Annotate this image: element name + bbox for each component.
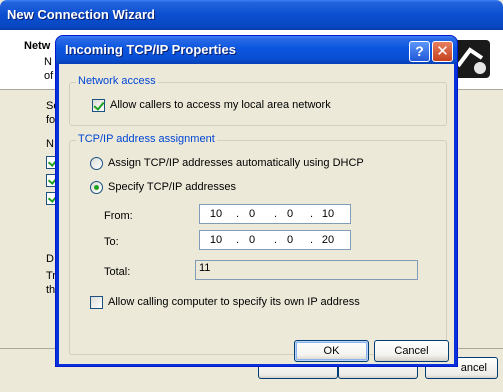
ip-dot: . [310,234,314,246]
dhcp-radio-label[interactable]: Assign TCP/IP addresses automatically us… [108,157,364,169]
total-label: Total: [104,266,131,278]
address-assignment-group: TCP/IP address assignment Assign TCP/IP … [69,133,447,355]
wizard-header-subtitle: N [44,56,52,68]
allow-callers-label[interactable]: Allow callers to access my local area ne… [110,99,331,111]
close-button[interactable]: ✕ [432,41,453,62]
help-button[interactable]: ? [409,41,430,62]
from-ip-octet-1[interactable]: 10 [202,208,230,220]
to-ip-octet-2[interactable]: 0 [238,234,266,246]
dhcp-radio[interactable] [90,157,103,170]
to-label: To: [104,236,119,248]
cancel-button[interactable]: Cancel [374,340,449,362]
specify-addresses-radio[interactable] [90,181,103,194]
ok-button[interactable]: OK [294,340,369,362]
wizard-header-title: Netw [24,40,51,52]
ip-dot: . [310,208,314,220]
from-ip-octet-3[interactable]: 0 [276,208,304,220]
allow-own-ip-checkbox[interactable] [90,296,103,309]
from-ip-field[interactable]: 10 . 0 . 0 . 10 [199,204,351,224]
wizard-titlebar: New Connection Wizard [0,0,503,30]
allow-own-ip-label[interactable]: Allow calling computer to specify its ow… [108,296,360,308]
dialog-titlebar: Incoming TCP/IP Properties ? ✕ [56,36,457,64]
wizard-body-text-2: fo [46,114,56,126]
wizard-title: New Connection Wizard [7,7,155,22]
wizard-header-subtitle-2: of [44,70,54,82]
total-value: 11 [199,262,211,274]
incoming-tcpip-dialog: Incoming TCP/IP Properties ? ✕ Network a… [55,35,458,367]
from-ip-octet-4[interactable]: 10 [314,208,342,220]
address-assignment-group-label: TCP/IP address assignment [76,133,217,145]
network-access-group: Network access Allow callers to access m… [69,75,447,126]
to-ip-field[interactable]: 10 . 0 . 0 . 20 [199,230,351,250]
wizard-body-text-3: N [46,138,54,150]
dialog-client-area: Network access Allow callers to access m… [59,64,454,364]
network-access-group-label: Network access [76,75,158,87]
wizard-body-text-4: D [46,253,54,265]
allow-callers-checkbox[interactable] [92,99,105,112]
from-label: From: [104,210,133,222]
to-ip-octet-1[interactable]: 10 [202,234,230,246]
total-field: 11 [195,260,418,280]
to-ip-octet-4[interactable]: 20 [314,234,342,246]
dialog-title: Incoming TCP/IP Properties [65,42,236,57]
specify-addresses-label[interactable]: Specify TCP/IP addresses [108,181,236,193]
from-ip-octet-2[interactable]: 0 [238,208,266,220]
wizard-body-text-6: th [46,284,56,296]
to-ip-octet-3[interactable]: 0 [276,234,304,246]
